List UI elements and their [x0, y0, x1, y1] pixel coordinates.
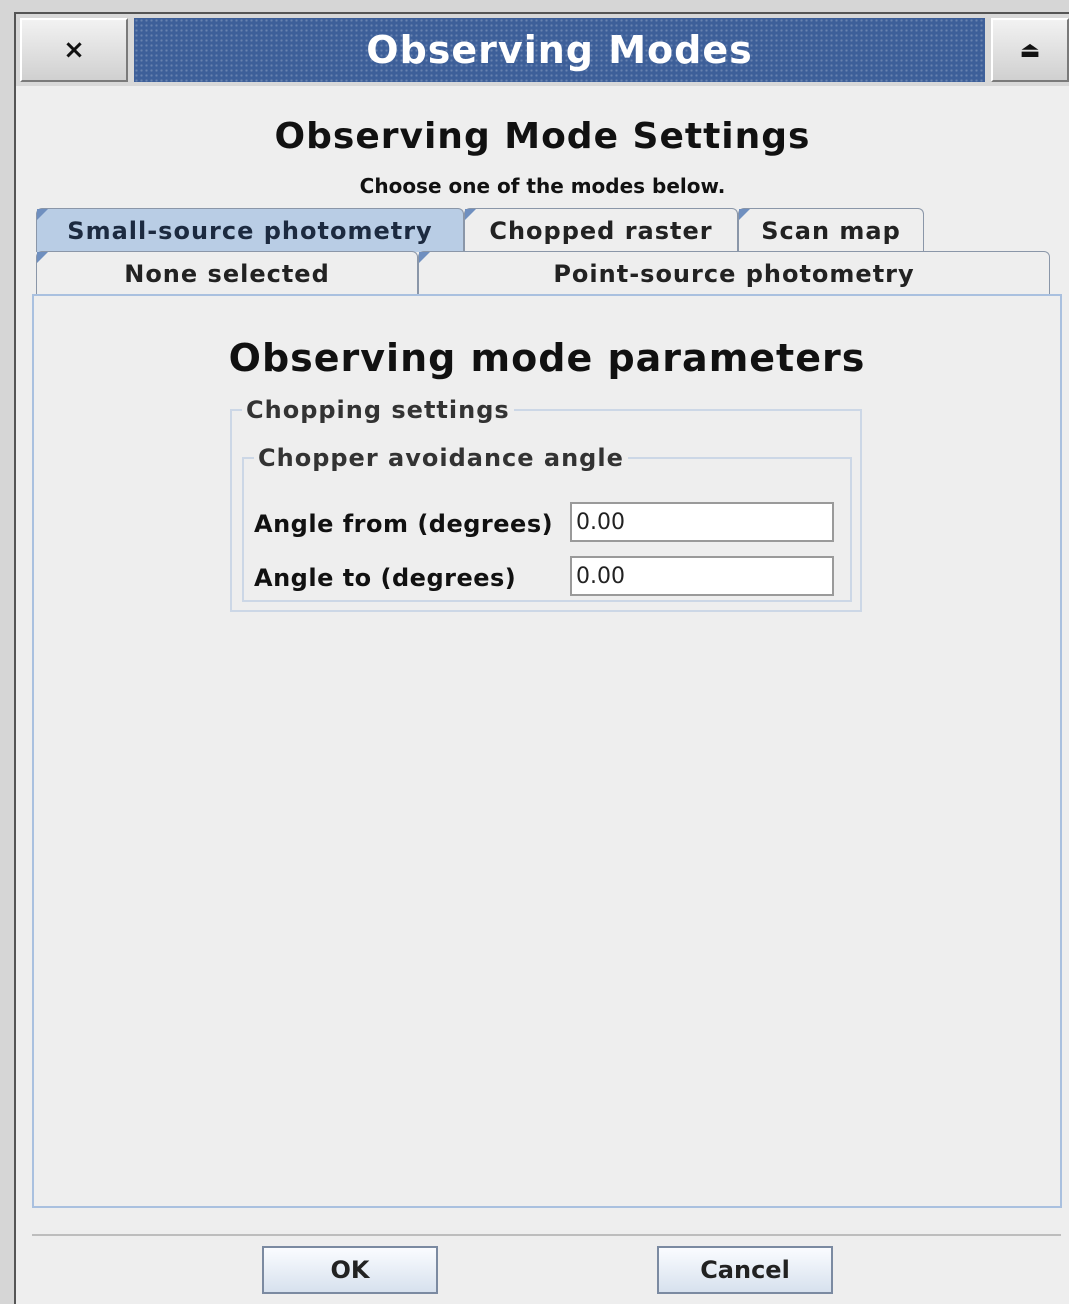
- chopping-settings-legend: Chopping settings: [246, 396, 510, 424]
- angle-from-label: Angle from (degrees): [254, 510, 554, 538]
- settings-heading: Observing Mode Settings: [274, 116, 811, 157]
- window-title: Observing Modes: [134, 18, 985, 82]
- close-icon: ×: [63, 35, 85, 65]
- chopper-avoidance-legend: Chopper avoidance angle: [258, 444, 624, 472]
- close-button[interactable]: ×: [20, 18, 128, 82]
- tab-scan-map[interactable]: Scan map: [738, 208, 924, 252]
- angle-to-label: Angle to (degrees): [254, 564, 517, 592]
- title-bar: × Observing Modes ⏏: [16, 14, 1069, 86]
- button-separator: [32, 1234, 1061, 1236]
- cancel-button[interactable]: Cancel: [657, 1246, 833, 1294]
- angle-to-input[interactable]: [570, 556, 834, 596]
- tab-none-selected[interactable]: None selected: [36, 251, 418, 295]
- dialog-window: × Observing Modes ⏏ Observing Mode Setti…: [14, 12, 1069, 1304]
- angle-from-input[interactable]: [570, 502, 834, 542]
- eject-icon: ⏏: [1019, 37, 1041, 63]
- tab-small-source-photometry[interactable]: Small-source photometry: [36, 208, 464, 252]
- tab-chopped-raster[interactable]: Chopped raster: [464, 208, 738, 252]
- tab-content-panel: Observing mode parameters Chopping setti…: [32, 294, 1062, 1208]
- tab-point-source-photometry[interactable]: Point-source photometry: [418, 251, 1050, 295]
- shade-button[interactable]: ⏏: [991, 18, 1069, 82]
- settings-subheading: Choose one of the modes below.: [359, 174, 726, 198]
- parameters-heading: Observing mode parameters: [228, 336, 866, 380]
- ok-button[interactable]: OK: [262, 1246, 438, 1294]
